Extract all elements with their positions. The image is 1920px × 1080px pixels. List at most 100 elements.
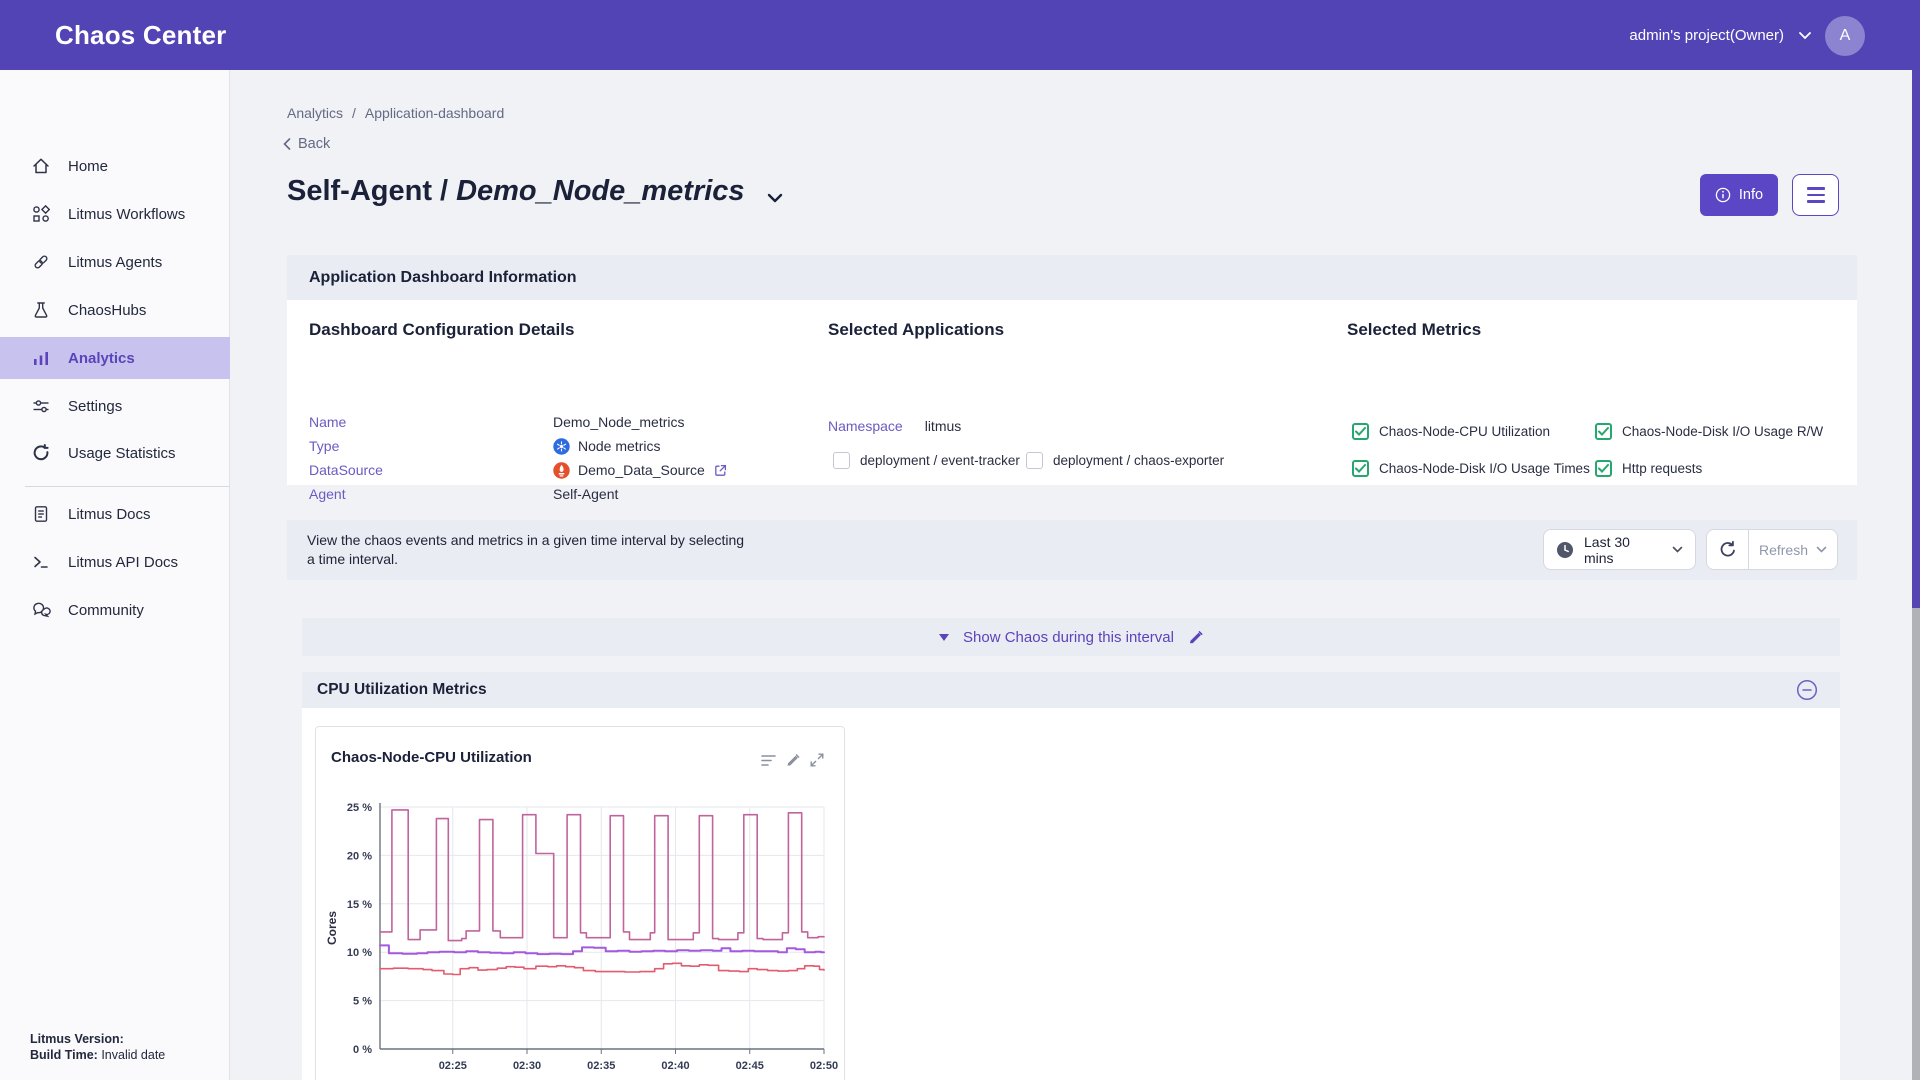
sidebar-item-label: Community [68,602,144,619]
chart-actions [761,753,824,767]
info-icon [1715,187,1731,203]
sidebar-item-label: Litmus API Docs [68,554,178,571]
sidebar-item-settings[interactable]: Settings [0,385,230,427]
svg-text:5 %: 5 % [353,996,372,1008]
sidebar-item-home[interactable]: Home [0,145,230,187]
sidebar-item-label: Usage Statistics [68,445,176,462]
pencil-icon [786,753,800,767]
breadcrumb-analytics[interactable]: Analytics [287,105,343,121]
legend-lines-icon [761,754,776,767]
svg-text:Cores: Cores [325,911,339,945]
chat-bubbles-icon [30,599,52,621]
refresh-icon [1718,540,1737,559]
scrollbar-thumb[interactable] [1912,70,1920,608]
checkbox-label: Http requests [1622,461,1702,476]
refresh-interval-select[interactable]: Refresh [1749,542,1837,558]
external-link-icon[interactable] [713,463,728,478]
show-chaos-toggle[interactable]: Show Chaos during this interval [302,618,1840,656]
page-title-separator: / [440,175,448,208]
version-info: Litmus Version: Build Time: Invalid date [30,1031,165,1063]
breadcrumb-application-dashboard[interactable]: Application-dashboard [365,105,504,121]
sidebar-item-litmus-agents[interactable]: Litmus Agents [0,241,230,283]
sidebar-divider [25,486,230,487]
back-link[interactable]: Back [283,136,330,152]
sidebar-item-litmus-api-docs[interactable]: Litmus API Docs [0,541,230,583]
config-agent-label: Agent [309,486,346,502]
sidebar-item-analytics[interactable]: Analytics [0,337,230,379]
checkbox-label: deployment / event-tracker [860,453,1020,468]
sidebar-item-chaoshubs[interactable]: ChaosHubs [0,289,230,331]
config-type-value: Node metrics [578,438,660,454]
collapse-section-button[interactable] [1796,679,1818,701]
sidebar-item-label: ChaosHubs [68,302,146,319]
hamburger-icon [1807,187,1825,189]
chart-legend-button[interactable] [761,754,776,767]
svg-text:02:25: 02:25 [439,1060,467,1072]
refresh-label: Refresh [1759,542,1808,558]
metric-checkbox-disk-io-rw: Chaos-Node-Disk I/O Usage R/W [1595,423,1823,440]
checkbox[interactable] [1595,423,1612,440]
cpu-utilization-chart: 0 %5 %10 %15 %20 %25 %02:2502:3002:3502:… [316,727,846,1080]
time-interval-description: View the chaos events and metrics in a g… [307,531,752,569]
sidebar-item-community[interactable]: Community [0,589,230,631]
sidebar-item-label: Litmus Agents [68,254,162,271]
time-range-select[interactable]: Last 30 mins [1543,529,1696,570]
config-datasource-label: DataSource [309,462,383,478]
analytics-icon [30,347,52,369]
checkbox[interactable] [833,452,850,469]
sidebar-item-label: Home [68,158,108,175]
svg-text:10 %: 10 % [347,947,372,959]
chevron-left-icon [283,138,291,150]
config-datasource-value: Demo_Data_Source [578,462,705,478]
page-title-agent: Self-Agent [287,175,432,208]
edit-pencil-icon[interactable] [1188,630,1203,645]
sidebar-item-label: Litmus Workflows [68,206,185,223]
svg-text:02:45: 02:45 [736,1060,764,1072]
svg-text:02:35: 02:35 [587,1060,615,1072]
workflows-icon [30,203,52,225]
chart-expand-button[interactable] [810,753,824,767]
config-details-title: Dashboard Configuration Details [309,320,574,340]
sidebar-item-usage-statistics[interactable]: Usage Statistics [0,432,230,474]
chart-title: Chaos-Node-CPU Utilization [331,749,532,766]
terminal-icon [30,551,52,573]
app-title: Chaos Center [55,0,226,70]
build-time-value: Invalid date [101,1048,165,1062]
checkbox[interactable] [1352,460,1369,477]
project-selector[interactable]: admin's project(Owner) [1629,0,1812,70]
svg-text:25 %: 25 % [347,802,372,814]
checkbox-label: Chaos-Node-Disk I/O Usage R/W [1622,424,1823,439]
dashboard-info-panel-body: Dashboard Configuration Details Name Dem… [287,300,1857,485]
clock-icon [1556,541,1574,559]
checkbox[interactable] [1352,423,1369,440]
link-icon [30,251,52,273]
svg-text:02:40: 02:40 [661,1060,689,1072]
project-selector-label: admin's project(Owner) [1629,27,1784,44]
config-type-label: Type [309,438,339,454]
svg-text:20 %: 20 % [347,850,372,862]
checkbox[interactable] [1026,452,1043,469]
config-name-label: Name [309,414,346,430]
title-dropdown-caret[interactable] [767,178,783,211]
cpu-metrics-title: CPU Utilization Metrics [317,681,487,699]
info-button[interactable]: Info [1700,174,1778,216]
breadcrumb-separator: / [352,105,356,121]
document-icon [30,503,52,525]
version-label: Litmus Version: [30,1032,124,1046]
dashboard-info-panel: Application Dashboard Information Dashbo… [287,255,1857,485]
sidebar-item-litmus-docs[interactable]: Litmus Docs [0,493,230,535]
checkbox[interactable] [1595,460,1612,477]
avatar[interactable]: A [1825,16,1865,56]
time-interval-panel: View the chaos events and metrics in a g… [287,520,1857,580]
breadcrumb: Analytics / Application-dashboard [287,105,504,121]
time-range-value: Last 30 mins [1584,534,1662,566]
minus-circle-icon [1796,679,1818,701]
namespace-value: litmus [925,418,962,434]
refresh-now-button[interactable] [1707,530,1749,569]
svg-text:15 %: 15 % [347,899,372,911]
config-agent-value: Self-Agent [553,486,618,502]
chart-edit-button[interactable] [786,753,800,767]
sidebar-item-litmus-workflows[interactable]: Litmus Workflows [0,193,230,235]
dashboard-menu-button[interactable] [1792,174,1839,216]
svg-text:02:30: 02:30 [513,1060,541,1072]
